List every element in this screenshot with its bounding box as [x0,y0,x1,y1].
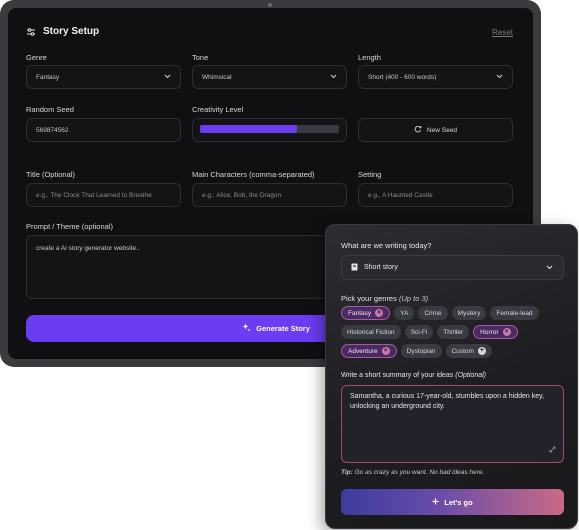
tone-value: Whimsical [202,73,232,81]
summary-hint: (Optional) [455,372,486,379]
lets-go-button[interactable]: Let's go [341,489,564,515]
summary-value: Samantha, a curious 17-year-old, stumble… [350,393,545,410]
genre-chip[interactable]: Historical Fiction [341,325,401,339]
new-seed-button[interactable]: New Seed [358,118,513,142]
genre-chip[interactable]: Crime [418,306,448,320]
genre-chip[interactable]: Adventure × [341,344,397,358]
genre-chip-label: Dystopian [406,347,436,355]
genre-chip-label: Historical Fiction [347,328,395,336]
genre-chip[interactable]: Sci-Fi [404,325,434,339]
genre-chip[interactable]: Dystopian [400,344,442,358]
chevron-down-icon [330,74,337,81]
summary-label: Write a short summary of your ideas [341,372,454,379]
sliders-icon [26,27,36,37]
genre-chip-label: Adventure [348,347,378,355]
length-label: Length [358,53,381,62]
genre-chip[interactable]: Thriller [437,325,470,339]
genre-chip[interactable]: Mystery [451,306,487,320]
length-select[interactable]: Short (400 - 600 words) [358,65,513,89]
story-type-value: Short story [364,264,398,271]
setting-input[interactable]: e.g., A Haunted Castle [358,183,513,207]
refresh-icon [414,125,422,135]
genre-chip-label: YA [400,309,409,317]
genre-chip-label: Thriller [443,328,464,336]
genre-chip[interactable]: YA [394,306,415,320]
title-input[interactable]: e.g., The Clock That Learned to Breathe [26,183,181,207]
camera-dot [268,3,272,7]
genre-label: Genre [26,53,47,62]
chevron-down-icon [164,74,171,81]
seed-input[interactable]: 569874562 [26,118,181,142]
page-title: Story Setup [43,26,100,37]
seed-value: 569874562 [36,126,69,134]
story-setup-header: Story Setup [26,26,99,37]
book-icon [351,263,358,273]
creativity-label: Creativity Level [192,105,244,114]
remove-chip-icon[interactable]: × [381,347,390,355]
genre-chip-label: Female-lead [496,309,533,317]
prompt-value: create a Ai story generator website.. [36,245,140,252]
tip-label: Tip: [341,469,353,476]
lets-go-label: Let's go [444,497,473,507]
tip-message: Go as crazy as you want. No bad ideas he… [354,469,485,476]
remove-chip-icon[interactable]: × [375,309,384,317]
genres-hint: (Up to 3) [398,294,429,303]
generate-story-label: Generate Story [256,324,310,333]
genres-label: Pick your genres [341,294,397,303]
story-type-select[interactable]: Short story [341,255,564,280]
reset-link[interactable]: Reset [492,28,513,37]
prompt-label: Prompt / Theme (optional) [26,222,113,231]
writing-question: What are we writing today? [341,241,432,250]
genre-chip-row: Fantasy × YA Crime Mystery Female-lead [341,306,569,320]
setting-label: Setting [358,170,382,179]
genre-chip[interactable]: Fantasy × [341,306,391,320]
tone-select[interactable]: Whimsical [192,65,347,89]
plus-icon [432,498,439,507]
characters-input[interactable]: e.g., Alice, Bob, the Dragon [192,183,347,207]
genre-chip-row: Adventure × Dystopian Custom + [341,344,569,358]
genre-chip-label: Crime [424,309,442,317]
genre-chip[interactable]: Female-lead [490,306,539,320]
genres-heading: Pick your genres (Up to 3) [341,294,428,303]
genre-select[interactable]: Fantasy [26,65,181,89]
add-chip-icon[interactable]: + [477,347,486,355]
summary-heading: Write a short summary of your ideas (Opt… [341,372,486,379]
chevron-down-icon [496,74,503,81]
characters-placeholder: e.g., Alice, Bob, the Dragon [202,191,282,199]
characters-label: Main Characters (comma-separated) [192,170,315,179]
genre-chip-row: Historical Fiction Sci-Fi Thriller Horror × [341,325,569,339]
genre-value: Fantasy [36,73,60,81]
genre-chip-label: Sci-Fi [410,328,428,336]
creativity-slider-fill [200,125,298,133]
creativity-slider[interactable] [200,125,339,133]
genre-chip-label: Horror [480,328,499,336]
length-value: Short (400 - 600 words) [368,73,437,81]
new-seed-label: New Seed [427,126,457,134]
tone-label: Tone [192,53,209,62]
genre-chip-group: Fantasy × YA Crime Mystery Female-lead Histori… [341,306,569,363]
setting-placeholder: e.g., A Haunted Castle [368,191,433,199]
seed-label: Random Seed [26,105,74,114]
title-placeholder: e.g., The Clock That Learned to Breathe [36,191,152,199]
chevron-down-icon [546,265,553,272]
genre-chip-label: Custom [451,347,474,355]
title-field-label: Title (Optional) [26,170,75,179]
expand-icon[interactable] [549,446,556,457]
sparkle-icon [242,323,251,334]
remove-chip-icon[interactable]: × [502,328,511,336]
genre-chip[interactable]: Custom + [445,344,492,358]
summary-textarea[interactable]: Samantha, a curious 17-year-old, stumble… [341,385,564,463]
story-wizard-card: What are we writing today? Short story P… [325,224,578,529]
genre-chip-label: Fantasy [348,309,372,317]
genre-chip-label: Mystery [457,309,481,317]
tip-text: Tip: Go as crazy as you want. No bad ide… [341,469,484,476]
genre-chip[interactable]: Horror × [473,325,518,339]
